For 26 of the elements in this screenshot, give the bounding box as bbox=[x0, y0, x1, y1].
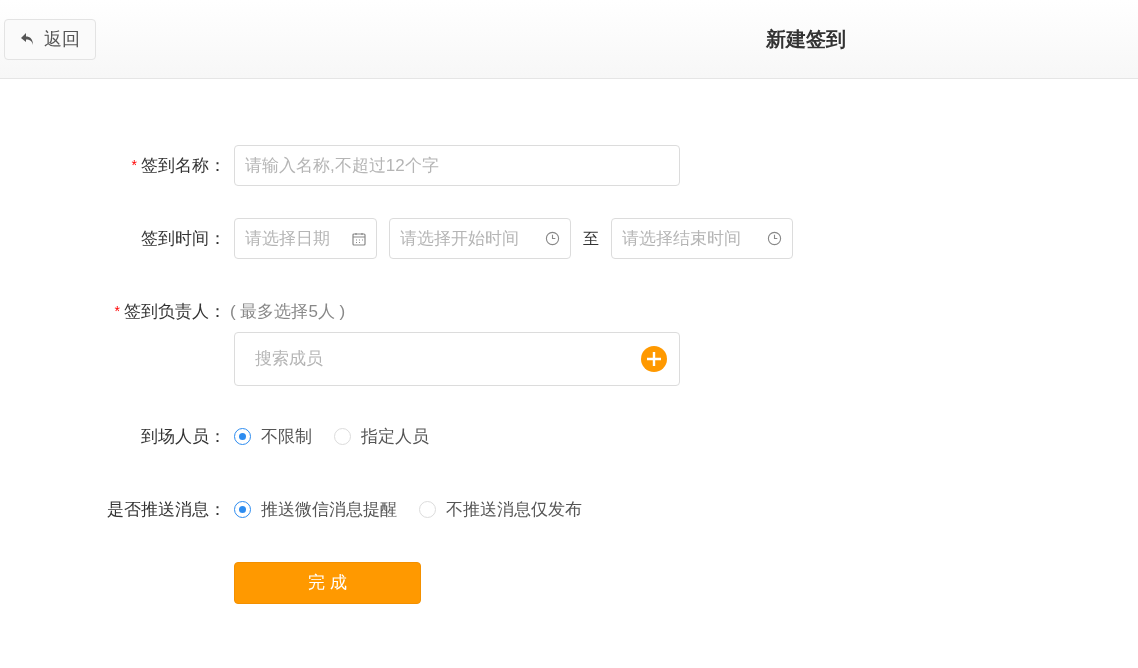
input-field[interactable]: 请选择日期 bbox=[234, 218, 377, 259]
clock-icon bbox=[545, 231, 560, 246]
back-button[interactable]: 返回 bbox=[4, 18, 96, 60]
back-arrow-icon bbox=[20, 31, 36, 47]
finish-button[interactable]: 完 成 bbox=[234, 562, 421, 604]
input-field[interactable]: 请选择开始时间 bbox=[389, 218, 571, 259]
calendar-icon bbox=[352, 231, 366, 246]
field-label: 是否推送消息： bbox=[107, 498, 226, 521]
page-title: 新建签到 bbox=[766, 27, 846, 52]
radio-label: 推送微信消息提醒 bbox=[261, 498, 397, 521]
field-label: 签到名称： bbox=[141, 154, 226, 177]
add-icon[interactable] bbox=[641, 346, 667, 372]
required-mark: * bbox=[114, 302, 120, 321]
field-label: 签到时间： bbox=[141, 227, 226, 250]
field-label: 到场人员： bbox=[141, 425, 226, 448]
input-field[interactable]: 请选择结束时间 bbox=[611, 218, 793, 259]
input-field[interactable]: 请输入名称,不超过12个字 bbox=[234, 145, 680, 186]
required-mark: * bbox=[131, 156, 137, 175]
member-search-field[interactable]: 搜索成员 bbox=[234, 332, 680, 386]
range-separator: 至 bbox=[583, 228, 599, 249]
radio-label: 不限制 bbox=[261, 425, 312, 448]
field-label: 签到负责人： bbox=[124, 300, 226, 323]
clock-icon bbox=[767, 231, 782, 246]
radio-label: 不推送消息仅发布 bbox=[446, 498, 582, 521]
radio-label: 指定人员 bbox=[361, 425, 429, 448]
hint-text: ( 最多选择5人 ) bbox=[230, 300, 346, 323]
